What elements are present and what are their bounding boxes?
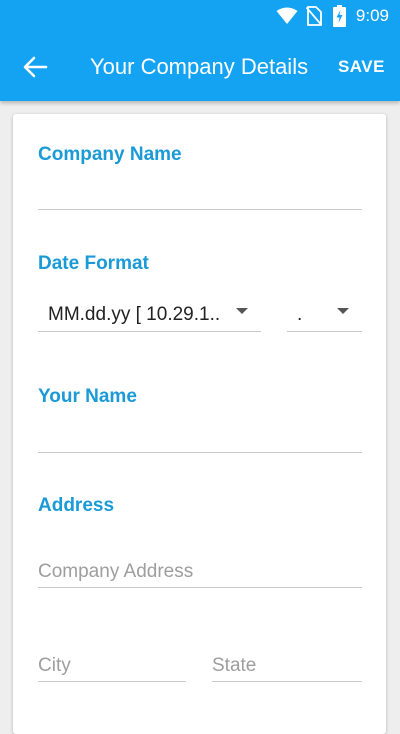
company-address-input[interactable]: Company Address xyxy=(38,551,362,588)
date-format-label: Date Format xyxy=(38,253,149,274)
no-sim-icon xyxy=(306,6,322,26)
state-placeholder: State xyxy=(212,655,257,676)
date-separator-dropdown[interactable]: . xyxy=(287,300,362,332)
city-placeholder: City xyxy=(38,655,71,676)
page-title: Your Company Details xyxy=(90,54,309,79)
status-time: 9:09 xyxy=(355,6,389,25)
date-format-value: MM.dd.yy [ 10.29.1.. xyxy=(48,304,221,325)
company-name-label: Company Name xyxy=(38,144,182,165)
app-bar: 9:09 Your Company Details SAVE xyxy=(0,0,400,101)
company-address-placeholder: Company Address xyxy=(38,561,194,582)
status-bar: 9:09 xyxy=(0,0,400,32)
company-details-card: Company Name Date Format MM.dd.yy [ 10.2… xyxy=(13,114,386,734)
save-button[interactable]: SAVE xyxy=(338,57,385,77)
your-name-label: Your Name xyxy=(38,386,137,407)
battery-charging-icon xyxy=(333,5,346,27)
your-name-input[interactable] xyxy=(38,417,362,453)
state-input[interactable]: State xyxy=(212,645,362,682)
company-name-input[interactable] xyxy=(38,174,362,210)
chevron-down-icon xyxy=(337,308,349,314)
address-label: Address xyxy=(38,495,115,516)
city-input[interactable]: City xyxy=(38,645,186,682)
back-arrow-icon[interactable] xyxy=(22,54,48,80)
wifi-icon xyxy=(276,7,298,24)
chevron-down-icon xyxy=(236,308,248,314)
date-format-dropdown[interactable]: MM.dd.yy [ 10.29.1.. xyxy=(38,300,261,332)
date-separator-value: . xyxy=(297,304,303,325)
